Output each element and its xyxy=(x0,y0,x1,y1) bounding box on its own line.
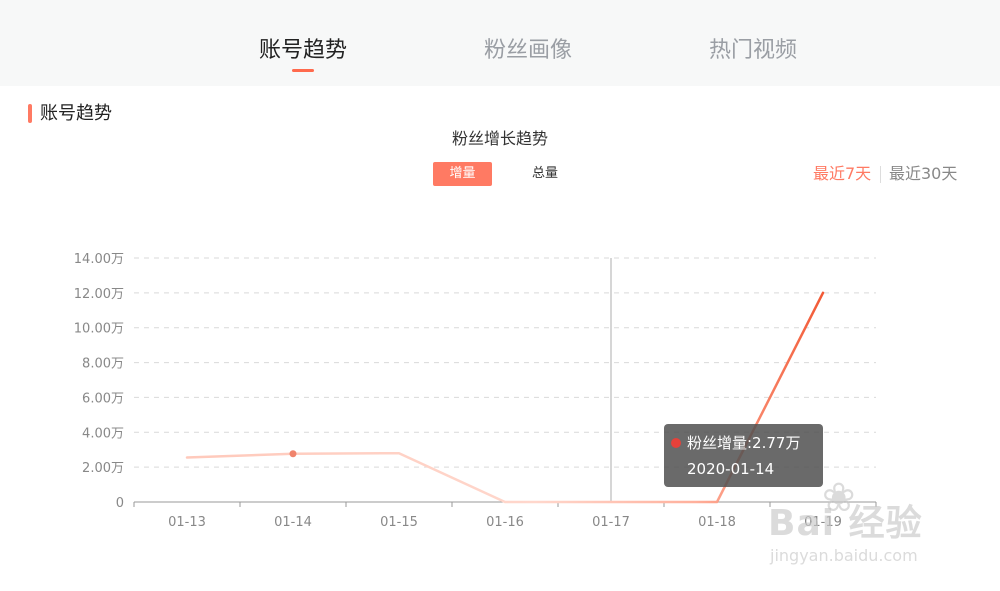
x-tick-label: 01-18 xyxy=(698,515,736,530)
x-tick-label: 01-16 xyxy=(486,515,524,530)
tooltip-date: 2020-01-14 xyxy=(687,460,775,478)
data-point xyxy=(289,450,297,458)
y-tick-label: 12.00万 xyxy=(74,287,124,302)
tick-labels: 0 2.00万 4.00万 6.00万 8.00万 10.00万 12.00万 14.00万 0… xyxy=(74,252,842,530)
y-tick-label: 14.00万 xyxy=(74,252,124,267)
fan-growth-chart: 0 2.00万 4.00万 6.00万 8.00万 10.00万 12.00万 14.00万 0… xyxy=(74,252,877,530)
tooltip-series-dot xyxy=(671,438,681,448)
chart-tooltip: 粉丝增量:2.77万 2020-01-14 xyxy=(664,424,823,487)
y-tick-label: 0 xyxy=(116,496,124,511)
x-tick-label: 01-19 xyxy=(804,515,842,530)
y-tick-label: 4.00万 xyxy=(82,426,124,441)
x-tick-label: 01-17 xyxy=(592,515,630,530)
tooltip-series-value: 粉丝增量:2.77万 xyxy=(687,434,801,452)
y-tick-label: 6.00万 xyxy=(82,391,124,406)
x-tick-label: 01-15 xyxy=(380,515,418,530)
x-tick-label: 01-14 xyxy=(274,515,312,530)
y-tick-label: 10.00万 xyxy=(74,322,124,337)
y-tick-label: 2.00万 xyxy=(82,461,124,476)
x-tick-label: 01-13 xyxy=(168,515,206,530)
y-tick-label: 8.00万 xyxy=(82,357,124,372)
